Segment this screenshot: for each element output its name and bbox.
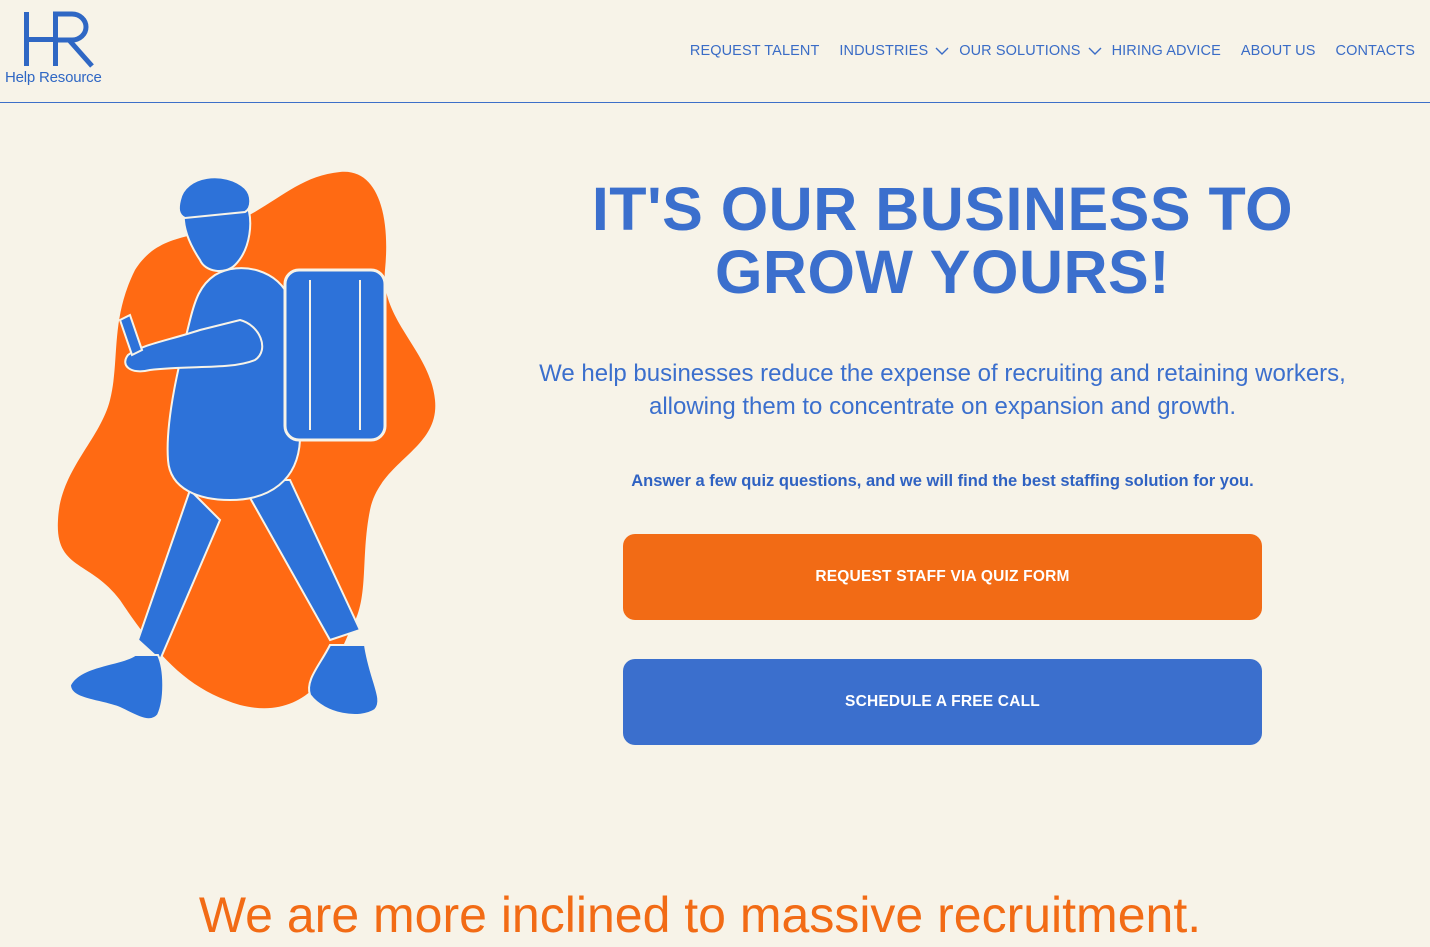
chevron-down-icon: [1088, 47, 1102, 55]
chevron-down-icon: [935, 47, 949, 55]
nav-hiring-advice[interactable]: HIRING ADVICE: [1112, 43, 1221, 59]
logo-text: Help Resource: [5, 69, 102, 86]
main-nav: REQUEST TALENT INDUSTRIES OUR SOLUTIONS …: [690, 41, 1415, 61]
nav-label: REQUEST TALENT: [689, 43, 820, 59]
request-staff-quiz-button[interactable]: REQUEST STAFF VIA QUIZ FORM: [623, 534, 1262, 620]
logo[interactable]: Help Resource: [4, 8, 116, 90]
nav-label: HIRING ADVICE: [1111, 43, 1221, 59]
shoe-back: [68, 654, 165, 721]
beanie: [177, 176, 252, 220]
logo-hr-mark-icon: [24, 11, 94, 68]
nav-our-solutions[interactable]: OUR SOLUTIONS: [959, 43, 1102, 59]
nav-request-talent[interactable]: REQUEST TALENT: [690, 43, 820, 59]
hero-subtext: We help businesses reduce the expense of…: [470, 357, 1415, 423]
site-header: Help Resource REQUEST TALENT INDUSTRIES …: [0, 0, 1430, 103]
section-headline: We are more inclined to massive recruitm…: [198, 887, 1202, 943]
hero-headline-line2: GROW YOURS!: [714, 238, 1171, 306]
person-with-backpack-illustration: [57, 171, 436, 721]
schedule-free-call-button[interactable]: SCHEDULE A FREE CALL: [623, 659, 1262, 745]
nav-industries[interactable]: INDUSTRIES: [839, 43, 949, 59]
hero-subtext-line2: allowing them to concentrate on expansio…: [648, 393, 1237, 420]
page: Help Resource REQUEST TALENT INDUSTRIES …: [0, 0, 1430, 947]
nav-label: CONTACTS: [1335, 43, 1415, 59]
nav-label: OUR SOLUTIONS: [959, 43, 1081, 59]
nav-label: INDUSTRIES: [839, 43, 929, 59]
hero-headline: IT'S OUR BUSINESS TO GROW YOURS!: [480, 178, 1405, 304]
nav-contacts[interactable]: CONTACTS: [1336, 43, 1415, 59]
backpack: [283, 268, 387, 442]
hero-subtext-line1: We help businesses reduce the expense of…: [539, 360, 1346, 387]
nav-label: ABOUT US: [1240, 43, 1316, 59]
quiz-hint-text: Answer a few quiz questions, and we will…: [631, 472, 1254, 490]
hero-headline-line1: IT'S OUR BUSINESS TO: [591, 175, 1294, 243]
nav-about-us[interactable]: ABOUT US: [1241, 43, 1316, 59]
